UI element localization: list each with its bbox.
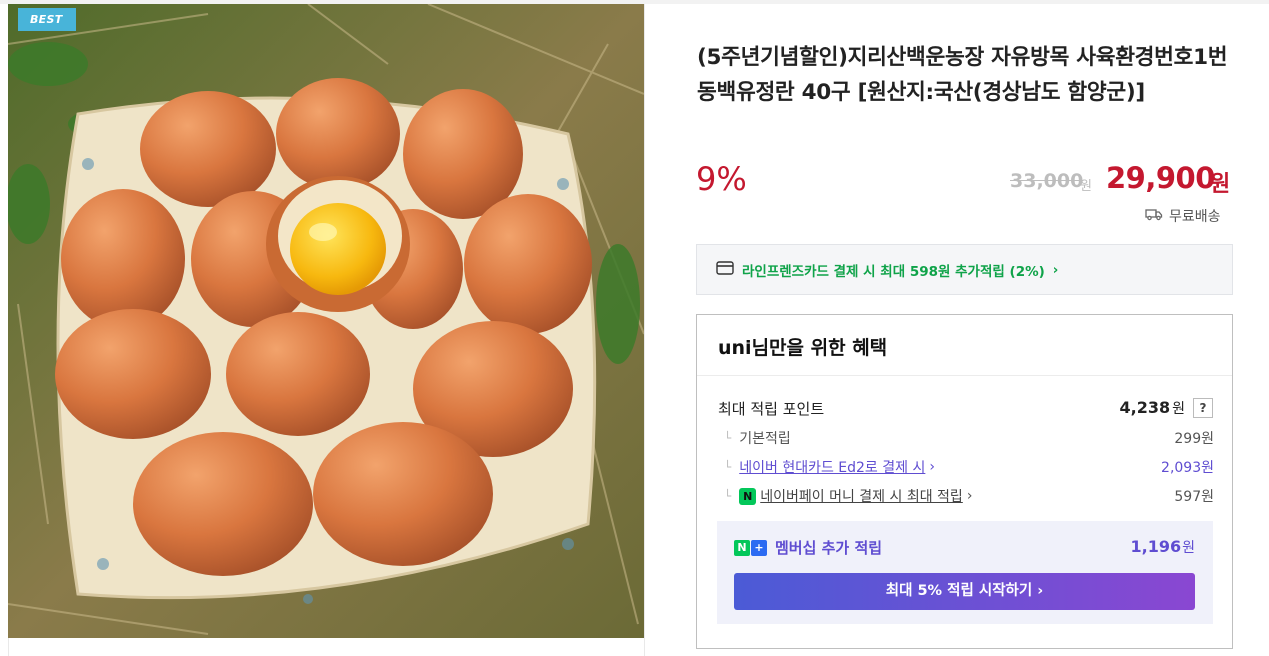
max-points-row: 최대 적립 포인트 4,238 원?: [718, 398, 1213, 419]
section-divider: [644, 4, 645, 656]
product-image[interactable]: BEST: [8, 4, 644, 638]
sale-price: 29,900: [1106, 161, 1215, 195]
membership-row: N + 멤버십 추가 적립 1,196원: [734, 537, 1195, 558]
tree-branch-icon: └: [724, 431, 732, 445]
product-detail-page: BEST (5주년기념할인)지리산백운농장 자유방목 사육환경번호1번 동백유정…: [0, 0, 1269, 656]
truck-icon: [1145, 207, 1163, 225]
help-button[interactable]: ?: [1193, 398, 1213, 418]
sale-price-unit: 원: [1210, 172, 1231, 197]
card-points-value: 2,093원: [1161, 460, 1214, 476]
chevron-right-icon: ›: [1052, 261, 1059, 278]
naver-hyundai-card-link[interactable]: 네이버 현대카드 Ed2로 결제 시: [739, 457, 925, 477]
best-badge: BEST: [18, 8, 76, 31]
card-points-row: └ 네이버 현대카드 Ed2로 결제 시 › 2,093원: [724, 457, 1214, 477]
basic-points-label: 기본적립: [739, 431, 791, 447]
chevron-right-icon: ›: [966, 488, 973, 504]
max-points-label: 최대 적립 포인트: [718, 400, 825, 418]
card-promo-banner[interactable]: 라인프렌즈카드 결제 시 최대 598원 추가적립 (2%) ›: [696, 244, 1233, 295]
naver-plus-icon: N +: [734, 539, 767, 556]
delivery-info: 무료배송: [1145, 206, 1221, 226]
start-membership-button[interactable]: 최대 5% 적립 시작하기 ›: [734, 573, 1195, 610]
benefit-heading: uni님만을 위한 혜택: [697, 315, 1232, 376]
tree-branch-icon: └: [724, 460, 732, 474]
membership-value-wrap: 1,196원: [1131, 537, 1196, 558]
membership-label: 멤버십 추가 적립: [775, 539, 883, 557]
max-points-value-wrap: 4,238 원?: [1119, 398, 1213, 419]
original-price: 33,000: [1010, 170, 1084, 192]
benefit-panel: uni님만을 위한 혜택 최대 적립 포인트 4,238 원? └ 기본적립 299…: [696, 314, 1233, 649]
delivery-label: 무료배송: [1169, 209, 1221, 225]
left-border: [8, 638, 9, 656]
chevron-right-icon: ›: [929, 459, 935, 475]
discount-rate: 9%: [696, 160, 747, 198]
npay-points-row: └ N 네이버페이 머니 결제 시 최대 적립 › 597원: [724, 486, 1214, 506]
max-points-unit: 원: [1172, 401, 1185, 417]
basic-points-row: └ 기본적립 299원: [724, 428, 1214, 448]
credit-card-icon: [716, 260, 734, 279]
naver-pay-money-link[interactable]: 네이버페이 머니 결제 시 최대 적립: [760, 486, 963, 506]
naver-pay-icon: N: [739, 487, 757, 505]
membership-unit: 원: [1182, 540, 1195, 556]
max-points-value: 4,238: [1119, 398, 1171, 417]
npay-points-value: 597원: [1174, 489, 1214, 505]
membership-value: 1,196: [1130, 537, 1182, 556]
basic-points-value: 299원: [1174, 431, 1214, 447]
egg-photo: [8, 4, 644, 638]
membership-section: N + 멤버십 추가 적립 1,196원 최대 5% 적립 시작하기 ›: [717, 521, 1213, 624]
tree-branch-icon: └: [724, 489, 732, 503]
card-promo-text: 라인프렌즈카드 결제 시 최대 598원 추가적립 (2%): [742, 263, 1045, 280]
original-price-unit: 원: [1080, 179, 1092, 194]
product-title: (5주년기념할인)지리산백운농장 자유방목 사육환경번호1번 동백유정란 40구…: [697, 45, 1228, 105]
